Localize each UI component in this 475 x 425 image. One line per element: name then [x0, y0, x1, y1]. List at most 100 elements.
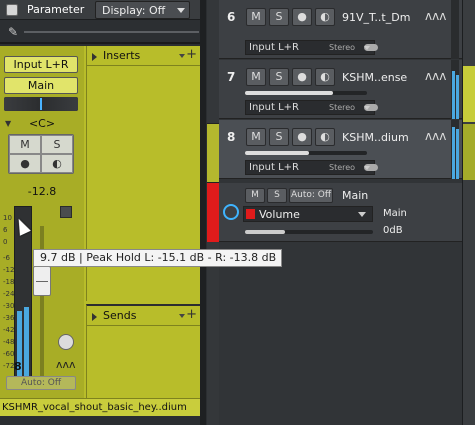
- meter-option-button[interactable]: [60, 206, 72, 218]
- solo-button[interactable]: S: [267, 188, 287, 203]
- mixer-window: Parameter Display: Off ✎ Input L+R Main …: [0, 0, 475, 425]
- mute-button[interactable]: M: [245, 188, 265, 203]
- input-dropdown[interactable]: Input L+R Stereo: [245, 160, 378, 175]
- monitor-button[interactable]: ◐: [41, 154, 73, 173]
- track-name: 91V_T..t_Dm: [342, 11, 411, 24]
- track-row[interactable]: 7 M S ● ◐ KSHM..ense ʌʌʌ Input L+R Stere…: [219, 60, 462, 119]
- input-select-button[interactable]: Input L+R: [4, 56, 78, 73]
- track-name: KSHM..dium: [342, 131, 409, 144]
- solo-button[interactable]: S: [269, 128, 289, 146]
- pencil-icon[interactable]: ✎: [8, 25, 18, 39]
- record-button[interactable]: ●: [292, 68, 312, 86]
- parameter-label: Parameter: [27, 3, 85, 16]
- automation-target-name: Main: [342, 189, 369, 202]
- parameter-checkbox[interactable]: [6, 4, 18, 16]
- meter-tooltip: 9.7 dB | Peak Hold L: -15.1 dB - R: -13.…: [33, 249, 282, 267]
- input-label: Input L+R: [249, 42, 299, 53]
- track-row[interactable]: 6 M S ● ◐ 91V_T..t_Dm ʌʌʌ Input L+R Ster…: [219, 0, 462, 59]
- automation-color-bar: [207, 183, 219, 242]
- record-button[interactable]: ●: [292, 128, 312, 146]
- chevron-down-icon[interactable]: [179, 314, 185, 318]
- sends-header: Sends +: [87, 306, 201, 326]
- pan-value: <C>: [28, 117, 56, 130]
- mute-button[interactable]: M: [246, 128, 266, 146]
- track-number: 6: [227, 10, 236, 24]
- color-segment: [207, 0, 219, 124]
- fader-line: [36, 281, 48, 282]
- power-icon[interactable]: [223, 204, 239, 220]
- track-meter: [451, 60, 459, 119]
- meter-bar: [452, 71, 455, 119]
- add-send-icon[interactable]: +: [186, 307, 197, 322]
- waveform-icon[interactable]: ʌʌʌ: [425, 69, 446, 83]
- track-name: KSHM..ense: [342, 71, 408, 84]
- chevron-down-icon: [364, 46, 370, 50]
- meter-bar: [456, 129, 459, 179]
- input-dropdown[interactable]: Input L+R Stereo: [245, 100, 378, 115]
- channel-name[interactable]: KSHMR_vocal_shout_basic_hey..dium: [0, 398, 200, 416]
- solo-button[interactable]: S: [269, 8, 289, 26]
- track-row[interactable]: 8 M S ● ◐ KSHM..dium ʌʌʌ Input L+R Stere…: [219, 120, 462, 179]
- automation-mode-button[interactable]: Auto: Off: [289, 188, 333, 203]
- channel-number: 8: [14, 360, 22, 373]
- solo-button[interactable]: S: [269, 68, 289, 86]
- waveform-icon[interactable]: ʌʌʌ: [425, 9, 446, 23]
- chevron-down-icon: [177, 8, 185, 13]
- record-button[interactable]: ●: [292, 8, 312, 26]
- automation-button[interactable]: Auto: Off: [6, 376, 76, 390]
- volume-slider[interactable]: [245, 151, 367, 155]
- color-segment: [207, 124, 219, 183]
- volume-value: 0dB: [383, 225, 403, 236]
- record-button[interactable]: ●: [9, 154, 41, 173]
- output-label: Main: [383, 208, 407, 219]
- inserts-title: Inserts: [103, 49, 141, 62]
- edit-row: ✎: [0, 20, 200, 44]
- chevron-down-icon: [364, 106, 370, 110]
- input-dropdown[interactable]: Input L+R Stereo: [245, 40, 378, 55]
- pan-indicator: [40, 98, 42, 110]
- mute-button[interactable]: M: [246, 8, 266, 26]
- volume-fader[interactable]: [33, 266, 51, 296]
- collapse-triangle-icon[interactable]: [92, 53, 97, 61]
- panel-divider[interactable]: [200, 0, 206, 425]
- input-label: Input L+R: [249, 102, 299, 113]
- meter-bar: [452, 127, 455, 179]
- pan-control[interactable]: [4, 97, 78, 111]
- meter-right: [24, 307, 29, 383]
- output-select-button[interactable]: Main: [4, 77, 78, 94]
- volume-slider[interactable]: [245, 91, 367, 95]
- meter-bar: [456, 75, 459, 119]
- chevron-down-icon[interactable]: [179, 54, 185, 58]
- preview-block: [463, 124, 475, 180]
- track-list: 6 M S ● ◐ 91V_T..t_Dm ʌʌʌ Input L+R Ster…: [207, 0, 462, 425]
- slider-fill: [245, 91, 333, 95]
- link-icon[interactable]: [58, 334, 74, 350]
- parameter-bar: Parameter Display: Off: [0, 0, 200, 20]
- chevron-down-icon: [364, 166, 370, 170]
- channel-button-grid: M S ● ◐: [8, 134, 74, 174]
- waveform-icon[interactable]: ʌʌʌ: [425, 129, 446, 143]
- solo-button[interactable]: S: [41, 135, 73, 154]
- collapse-triangle-icon[interactable]: [92, 313, 97, 321]
- track-meter: [451, 0, 459, 59]
- mute-button[interactable]: M: [9, 135, 41, 154]
- track-meter: [451, 120, 459, 179]
- stereo-label: Stereo: [329, 43, 356, 52]
- track-number: 7: [227, 70, 236, 84]
- automation-slider[interactable]: [245, 230, 373, 234]
- inserts-header: Inserts +: [87, 46, 201, 66]
- slider-fill: [245, 151, 309, 155]
- sends-panel: Sends +: [86, 304, 201, 399]
- display-dropdown[interactable]: Display: Off: [95, 1, 190, 19]
- monitor-button[interactable]: ◐: [315, 8, 335, 26]
- automation-track-row[interactable]: M S Auto: Off Main Volume Main 0dB: [207, 183, 462, 242]
- fader-value: -12.8: [27, 185, 57, 198]
- chevron-down-icon: [358, 212, 366, 217]
- add-insert-icon[interactable]: +: [186, 47, 197, 62]
- monitor-button[interactable]: ◐: [315, 68, 335, 86]
- mute-button[interactable]: M: [246, 68, 266, 86]
- waveform-icon[interactable]: ʌʌʌ: [56, 358, 76, 371]
- parameter-dropdown[interactable]: Volume: [243, 206, 373, 222]
- parameter-label: Volume: [259, 208, 300, 221]
- monitor-button[interactable]: ◐: [315, 128, 335, 146]
